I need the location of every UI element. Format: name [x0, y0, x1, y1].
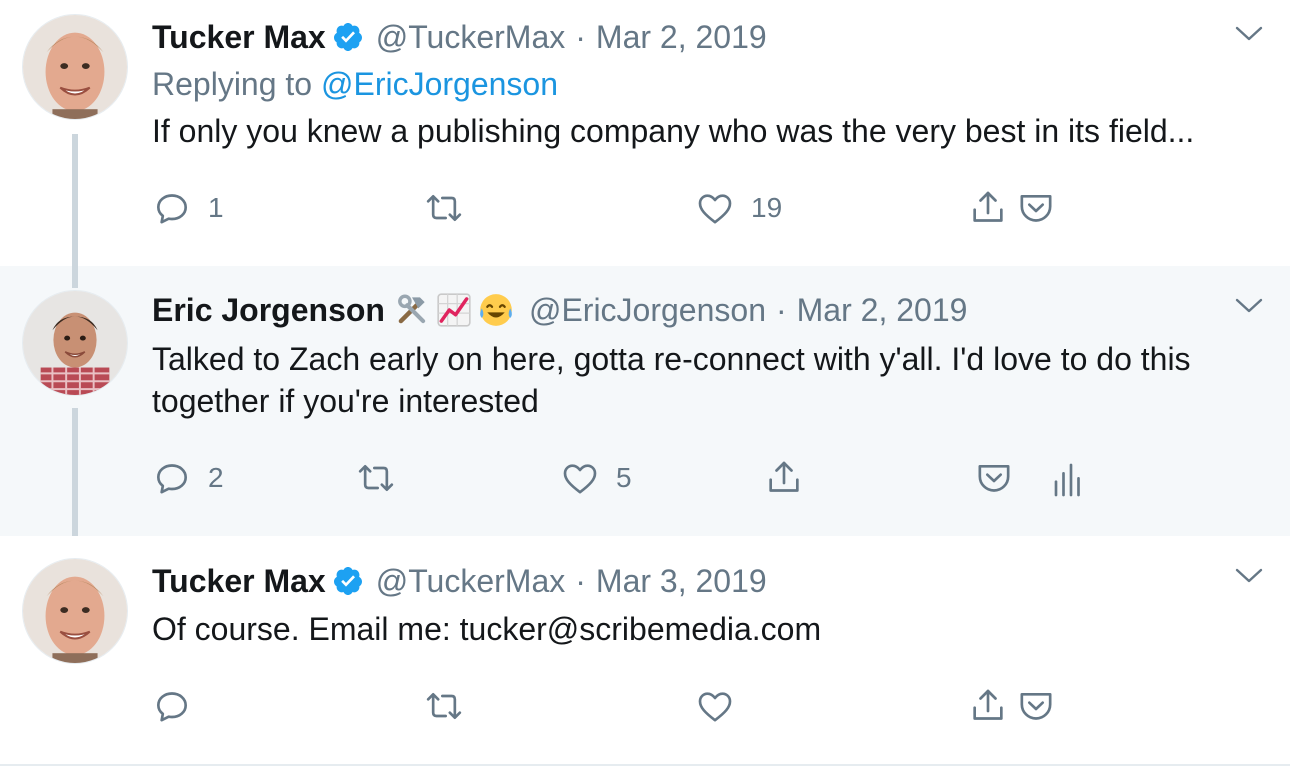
user-handle[interactable]: @TuckerMax	[376, 561, 566, 601]
reply-button[interactable]: 2	[152, 458, 224, 498]
reply-icon	[157, 464, 187, 494]
reply-icon	[157, 194, 187, 224]
pocket-icon	[1020, 693, 1052, 720]
pocket-icon	[978, 465, 1010, 492]
tweet-text: If only you knew a publishing company wh…	[152, 113, 1195, 149]
thread-line	[72, 266, 78, 288]
retweet-icon	[426, 195, 462, 221]
tweet-3[interactable]: Tucker Max @TuckerMax · Mar 3, 2019 Of c…	[0, 536, 1290, 772]
analytics-icon	[1054, 463, 1080, 497]
bottom-divider	[0, 764, 1290, 766]
display-name[interactable]: Tucker Max	[152, 561, 326, 601]
replying-to-label: Replying to	[152, 66, 313, 102]
separator-dot: ·	[775, 292, 787, 328]
tweet-1[interactable]: Tucker Max @TuckerMax · Mar 2, 2019 Repl…	[0, 0, 1290, 266]
display-name[interactable]: Tucker Max	[152, 17, 326, 57]
tweet-header: Tucker Max @TuckerMax · Mar 3, 2019	[152, 561, 767, 601]
tweet-2[interactable]: Eric Jorgenson @EricJorgenson · Mar 2, 2…	[0, 266, 1290, 536]
share-icon	[973, 191, 1003, 222]
chevron-down-icon[interactable]	[1234, 296, 1264, 316]
hammer-and-wrench-emoji	[398, 294, 426, 324]
share-button[interactable]	[968, 686, 1008, 726]
verified-icon	[333, 567, 362, 595]
avatar-eric-jorgenson[interactable]	[22, 290, 128, 396]
reply-icon	[157, 692, 187, 722]
analytics-button[interactable]	[1046, 460, 1086, 500]
tweet-text: Of course. Email me: tucker@scribemedia.…	[152, 611, 822, 647]
share-icon	[769, 461, 799, 492]
retweet-button[interactable]	[356, 458, 412, 498]
reply-count: 2	[208, 462, 224, 493]
user-handle[interactable]: @EricJorgenson	[529, 290, 766, 330]
like-button[interactable]: 5	[560, 458, 632, 498]
pocket-button[interactable]	[1016, 686, 1056, 726]
thread-line	[72, 134, 78, 266]
like-icon	[563, 464, 597, 494]
like-icon	[698, 194, 732, 224]
pocket-icon	[1020, 195, 1052, 222]
tweet-date[interactable]: Mar 2, 2019	[596, 17, 767, 57]
chart-increasing-emoji	[437, 293, 471, 327]
reply-button[interactable]	[152, 686, 208, 726]
like-icon	[698, 692, 732, 722]
tweet-date[interactable]: Mar 3, 2019	[596, 561, 767, 601]
chevron-down-icon[interactable]	[1234, 566, 1264, 586]
retweet-button[interactable]	[424, 188, 480, 228]
retweet-icon	[358, 465, 394, 491]
retweet-button[interactable]	[424, 686, 480, 726]
verified-icon	[333, 23, 362, 51]
pocket-button[interactable]	[974, 458, 1014, 498]
tweet-text: Talked to Zach early on here, gotta re-c…	[152, 341, 1191, 419]
share-button[interactable]	[764, 458, 804, 498]
share-button[interactable]	[968, 188, 1008, 228]
like-count: 5	[616, 462, 632, 493]
share-icon	[973, 689, 1003, 720]
like-count: 19	[751, 192, 783, 223]
like-button[interactable]: 19	[695, 188, 782, 228]
tweet-header: Tucker Max @TuckerMax · Mar 2, 2019	[152, 17, 767, 57]
name-emojis	[393, 291, 515, 329]
tears-of-joy-emoji	[480, 294, 512, 326]
tweet-date[interactable]: Mar 2, 2019	[797, 290, 968, 330]
like-button[interactable]	[695, 686, 751, 726]
avatar-tucker-max[interactable]	[22, 14, 128, 120]
tweet-header: Eric Jorgenson @EricJorgenson · Mar 2, 2…	[152, 290, 967, 330]
reply-button[interactable]: 1	[152, 188, 224, 228]
replying-to-handle[interactable]: @EricJorgenson	[321, 66, 558, 102]
separator-dot: ·	[575, 563, 586, 599]
separator-dot: ·	[575, 19, 586, 55]
chevron-down-icon[interactable]	[1234, 24, 1264, 44]
pocket-button[interactable]	[1016, 188, 1056, 228]
retweet-icon	[426, 693, 462, 719]
avatar-tucker-max[interactable]	[22, 558, 128, 664]
display-name[interactable]: Eric Jorgenson	[152, 290, 385, 330]
thread-line	[72, 408, 78, 536]
reply-count: 1	[208, 192, 224, 223]
replying-to: Replying to @EricJorgenson	[152, 64, 558, 104]
user-handle[interactable]: @TuckerMax	[376, 17, 566, 57]
